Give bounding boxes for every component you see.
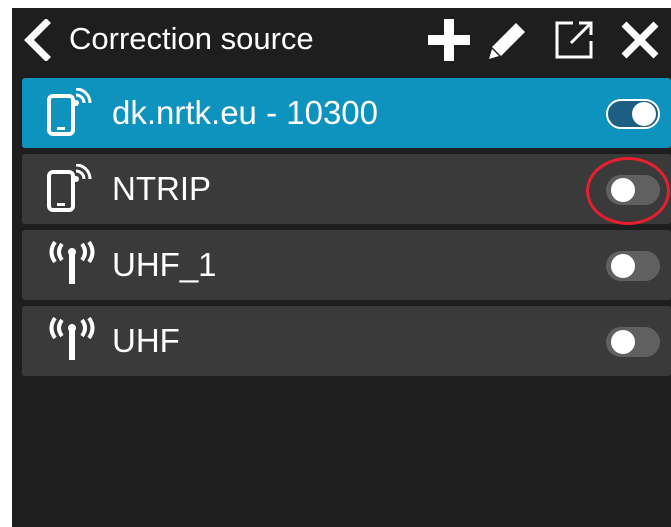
highlight-ring-annotation: [586, 157, 670, 225]
toggle-knob: [632, 102, 656, 126]
close-button[interactable]: [616, 18, 664, 62]
toggle-knob: [611, 254, 635, 278]
pencil-icon: [489, 23, 525, 59]
external-link-icon: [555, 21, 593, 59]
open-external-button[interactable]: [550, 18, 598, 62]
close-icon: [621, 21, 659, 59]
toggle-knob: [611, 330, 635, 354]
source-toggle[interactable]: [606, 327, 660, 357]
source-row-ntrip[interactable]: NTRIP: [22, 154, 671, 224]
source-label: dk.nrtk.eu - 10300: [112, 94, 378, 131]
phone-signal-icon: [47, 88, 92, 136]
back-button[interactable]: [20, 18, 54, 62]
plus-icon: [428, 19, 470, 61]
source-row-uhf[interactable]: UHF: [22, 306, 671, 376]
phone-signal-icon: [47, 164, 92, 212]
source-row-uhf-1[interactable]: UHF_1: [22, 230, 671, 300]
source-label: NTRIP: [112, 170, 211, 207]
add-button[interactable]: [425, 18, 473, 62]
source-toggle[interactable]: [606, 99, 660, 129]
page-title: Correction source: [69, 21, 314, 56]
edit-button[interactable]: [484, 18, 532, 62]
source-label: UHF_1: [112, 246, 217, 283]
radio-antenna-icon: [49, 316, 95, 360]
radio-antenna-icon: [49, 240, 95, 284]
source-toggle[interactable]: [606, 251, 660, 281]
source-label: UHF: [112, 322, 180, 359]
source-row-dk-nrtk[interactable]: dk.nrtk.eu - 10300: [22, 78, 671, 148]
chevron-left-icon: [24, 19, 51, 61]
correction-source-screen: Correction source dk.nrtk.eu - 10300 NTR…: [12, 8, 671, 527]
top-bar: Correction source: [12, 8, 671, 70]
